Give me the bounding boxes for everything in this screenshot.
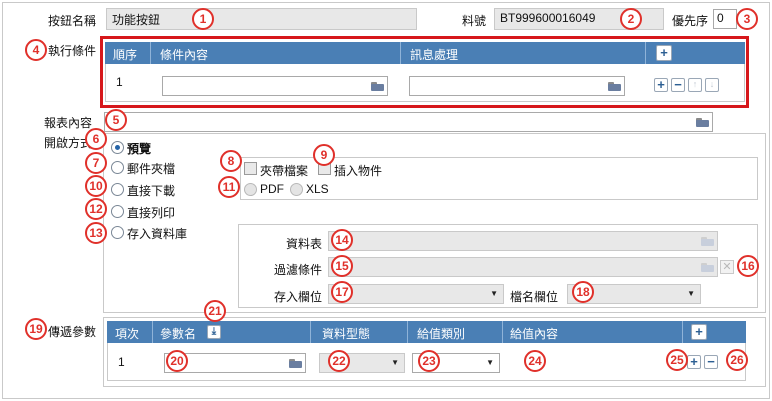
dropdown-caret-icon: ▼ xyxy=(490,289,498,298)
callout-16: 16 xyxy=(737,255,759,277)
param-add-button[interactable]: + xyxy=(687,355,701,369)
callout-13: 13 xyxy=(85,222,107,244)
radio-direct-download[interactable] xyxy=(111,183,124,196)
preview-label: 預覽 xyxy=(127,142,152,156)
attach-file-label: 夾帶檔案 xyxy=(260,164,309,178)
button-name-field[interactable]: 功能按鈕 xyxy=(106,8,417,30)
table-input[interactable] xyxy=(328,231,718,251)
header-order: 順序 xyxy=(113,48,138,62)
add-condition-button[interactable]: + xyxy=(656,45,672,61)
folder-icon[interactable] xyxy=(701,237,714,246)
move-down-icon[interactable]: ↓ xyxy=(705,78,719,92)
item-no-label: 料號 xyxy=(462,14,487,28)
callout-26: 26 xyxy=(726,349,748,371)
param-table-header: 項次 參數名 ⤓ 資料型態 給值類別 給值內容 + xyxy=(107,321,746,343)
store-column-select[interactable]: ▼ xyxy=(328,284,504,304)
callout-4: 4 xyxy=(25,39,47,61)
clear-filter-icon[interactable]: ✕ xyxy=(720,260,734,274)
radio-save-to-db[interactable] xyxy=(111,226,124,239)
button-name-label: 按鈕名稱 xyxy=(48,14,97,28)
folder-icon[interactable] xyxy=(289,359,302,368)
radio-email-attachment[interactable] xyxy=(111,161,124,174)
callout-8: 8 xyxy=(220,150,242,172)
radio-pdf[interactable] xyxy=(244,183,257,196)
filter-label: 過濾條件 xyxy=(274,263,323,277)
header-value-content: 給值內容 xyxy=(510,327,559,341)
add-param-button[interactable]: + xyxy=(691,324,707,340)
dropdown-caret-icon: ▼ xyxy=(391,358,399,367)
header-value-class: 給值類別 xyxy=(417,327,466,341)
callout-17: 17 xyxy=(331,281,353,303)
radio-xls[interactable] xyxy=(290,183,303,196)
radio-direct-print[interactable] xyxy=(111,205,124,218)
callout-20: 20 xyxy=(166,350,188,372)
download-icon[interactable]: ⤓ xyxy=(207,325,221,339)
callout-15: 15 xyxy=(331,255,353,277)
insert-object-label: 插入物件 xyxy=(334,164,383,178)
pass-params-label: 傳遞參數 xyxy=(48,325,97,339)
save-to-db-label: 存入資料庫 xyxy=(127,227,188,241)
callout-12: 12 xyxy=(85,198,107,220)
callout-23: 23 xyxy=(418,350,440,372)
radio-preview[interactable] xyxy=(111,141,124,154)
callout-3: 3 xyxy=(736,8,758,30)
report-content-label: 報表內容 xyxy=(44,116,93,130)
callout-21: 21 xyxy=(204,300,226,322)
callout-7: 7 xyxy=(85,152,107,174)
row-order: 1 xyxy=(116,75,123,89)
folder-icon[interactable] xyxy=(371,82,384,91)
direct-print-label: 直接列印 xyxy=(127,206,176,220)
condition-table-row: 1 + − ↑ ↓ xyxy=(105,64,745,102)
condition-table-header: 順序 條件內容 訊息處理 + xyxy=(105,42,745,64)
param-remove-button[interactable]: − xyxy=(704,355,718,369)
pdf-label: PDF xyxy=(260,182,284,196)
callout-10: 10 xyxy=(85,175,107,197)
callout-2: 2 xyxy=(620,8,642,30)
header-message: 訊息處理 xyxy=(410,48,459,62)
row-add-button[interactable]: + xyxy=(654,78,668,92)
priority-input[interactable]: 0 xyxy=(713,9,737,29)
attach-file-checkbox[interactable] xyxy=(244,162,257,175)
dropdown-caret-icon: ▼ xyxy=(486,358,494,367)
header-condition: 條件內容 xyxy=(160,48,209,62)
filename-column-label: 檔名欄位 xyxy=(510,290,559,304)
table-label: 資料表 xyxy=(286,237,323,251)
direct-download-label: 直接下載 xyxy=(127,184,176,198)
callout-22: 22 xyxy=(328,350,350,372)
callout-14: 14 xyxy=(331,229,353,251)
folder-icon[interactable] xyxy=(608,82,621,91)
header-item: 項次 xyxy=(115,327,140,341)
priority-label: 優先序 xyxy=(672,14,709,28)
header-param-name: 參數名 xyxy=(160,327,197,341)
dropdown-caret-icon: ▼ xyxy=(687,289,695,298)
callout-6: 6 xyxy=(85,128,107,150)
callout-5: 5 xyxy=(105,109,127,131)
callout-9: 9 xyxy=(313,144,335,166)
callout-18: 18 xyxy=(572,281,594,303)
xls-label: XLS xyxy=(306,182,329,196)
email-attachment-label: 郵件夾檔 xyxy=(127,162,176,176)
row-item: 1 xyxy=(118,355,125,369)
callout-19: 19 xyxy=(25,318,47,340)
message-input[interactable] xyxy=(409,76,625,96)
folder-icon[interactable] xyxy=(696,118,709,127)
row-remove-button[interactable]: − xyxy=(671,78,685,92)
store-column-label: 存入欄位 xyxy=(274,290,323,304)
filter-input[interactable] xyxy=(328,257,718,277)
exec-condition-label: 執行條件 xyxy=(48,44,97,58)
condition-input[interactable] xyxy=(162,76,388,96)
move-up-icon[interactable]: ↑ xyxy=(688,78,702,92)
callout-25: 25 xyxy=(666,349,688,371)
folder-icon[interactable] xyxy=(701,263,714,272)
callout-11: 11 xyxy=(218,176,240,198)
header-data-type: 資料型態 xyxy=(322,327,371,341)
callout-1: 1 xyxy=(192,8,214,30)
callout-24: 24 xyxy=(524,350,546,372)
report-content-input[interactable] xyxy=(104,112,713,132)
